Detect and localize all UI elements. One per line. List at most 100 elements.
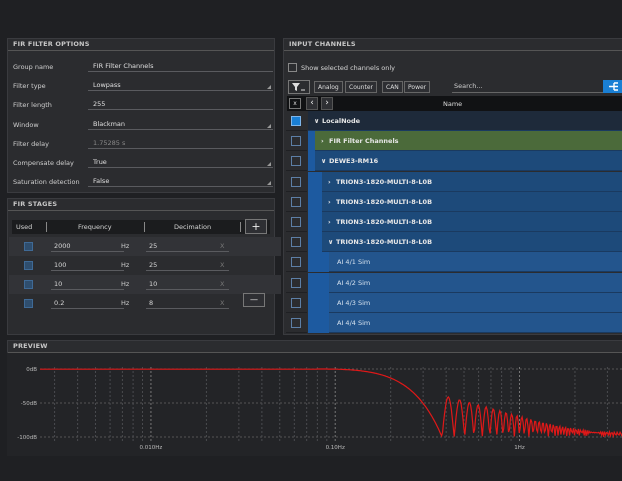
x-tick-label: 0.010Hz <box>140 445 163 451</box>
stage-frequency-unit: Hz <box>121 242 130 250</box>
field-label: Compensate delay <box>13 159 74 167</box>
stage-decimation-input[interactable]: 10 <box>146 279 229 290</box>
dropdown-arrow-icon <box>267 85 271 90</box>
channel-checkbox[interactable] <box>291 136 301 147</box>
fir-stages-header: Used Frequency Decimation <box>12 220 270 234</box>
tree-row-body <box>329 313 622 333</box>
channel-checkbox[interactable] <box>291 196 301 207</box>
channel-tree-row[interactable]: › TRION3-1820-MULTI-8-L0B <box>286 191 622 212</box>
stage-row: 100 Hz 25 X <box>8 256 276 275</box>
field-label: Filter delay <box>13 139 49 148</box>
channel-checkbox[interactable] <box>291 277 301 288</box>
field-value: False <box>93 177 110 186</box>
tree-row-body <box>329 252 622 273</box>
stage-used-checkbox[interactable] <box>24 242 33 251</box>
fir-stages-title: FIR STAGES <box>8 199 274 211</box>
column-select-icon[interactable]: x <box>289 98 301 109</box>
chevron-right-icon[interactable]: › <box>328 212 331 232</box>
filter-icon[interactable] <box>288 80 310 94</box>
filter-power-button[interactable]: Power <box>404 81 431 93</box>
stage-used-checkbox[interactable] <box>24 261 33 270</box>
field-input[interactable]: FIR Filter Channels <box>88 61 273 72</box>
tree-row-body <box>329 292 622 313</box>
tree-indent <box>308 131 315 152</box>
channel-checkbox[interactable] <box>291 297 301 308</box>
channel-tree-row[interactable]: AI 4/2 Sim <box>286 272 622 293</box>
channel-name: AI 4/3 Sim <box>337 298 371 307</box>
tree-indent <box>308 252 329 273</box>
header-divider <box>144 222 145 232</box>
stage-frequency-input[interactable]: 0.2 <box>51 298 124 309</box>
stage-used-checkbox[interactable] <box>24 280 33 289</box>
channel-checkbox[interactable] <box>291 116 301 126</box>
stage-decimation-unit: X <box>220 261 225 269</box>
chevron-down-icon[interactable]: ∨ <box>328 232 333 252</box>
search-input[interactable]: Search... <box>452 80 604 93</box>
chevron-right-icon[interactable]: › <box>321 131 324 151</box>
field-value: 255 <box>93 100 106 109</box>
channel-checkbox[interactable] <box>291 257 301 268</box>
field-value: True <box>93 158 107 166</box>
field-dropdown[interactable]: Blackman <box>88 119 273 130</box>
decimation-column-header: Decimation <box>174 223 212 231</box>
channel-tree-row[interactable]: AI 4/1 Sim <box>286 252 622 273</box>
channel-checkbox[interactable] <box>291 176 301 187</box>
channel-tree-row[interactable]: AI 4/3 Sim <box>286 292 622 313</box>
stage-decimation-input[interactable]: 25 <box>146 241 229 252</box>
channel-tree-row[interactable]: AI 4/4 Sim <box>286 313 622 333</box>
field-dropdown[interactable]: False <box>88 176 273 188</box>
tree-indent <box>308 313 329 333</box>
stage-used-checkbox[interactable] <box>24 299 33 308</box>
tree-indent <box>308 232 322 253</box>
channel-checkbox[interactable] <box>291 156 301 167</box>
stage-decimation-unit: X <box>220 242 225 250</box>
field-input[interactable]: 255 <box>88 99 273 111</box>
channel-name: TRION3-1820-MULTI-8-L0B <box>336 177 433 186</box>
stage-frequency-input[interactable]: 2000 <box>51 241 124 252</box>
filter-analog-button[interactable]: Analog <box>314 81 343 93</box>
channel-tree-row[interactable]: › FIR Filter Channels <box>286 131 622 152</box>
field-value: Blackman <box>93 119 126 128</box>
channel-checkbox[interactable] <box>291 217 301 227</box>
filter-can-button[interactable]: CAN <box>382 81 403 93</box>
field-dropdown[interactable]: Lowpass <box>88 80 273 92</box>
channel-tree-row[interactable]: › TRION3-1820-MULTI-8-L0B <box>286 171 622 192</box>
stage-frequency-input[interactable]: 100 <box>51 260 124 271</box>
stage-frequency-unit: Hz <box>121 280 130 288</box>
field-label: Saturation detection <box>13 178 80 187</box>
add-stage-button[interactable]: + <box>245 219 267 234</box>
preview-title: PREVIEW <box>8 341 622 353</box>
channel-tree-row[interactable]: ∨ TRION3-1820-MULTI-8-L0B <box>286 232 622 253</box>
channel-name: DEWE3-RM16 <box>329 157 379 166</box>
channel-tree-row[interactable]: › TRION3-1820-MULTI-8-L0B <box>286 212 622 232</box>
channel-checkbox[interactable] <box>291 237 301 248</box>
nav-back-icon[interactable]: ‹ <box>306 97 318 110</box>
tree-indent <box>308 171 322 192</box>
channel-checkbox[interactable] <box>291 318 301 328</box>
field-value: FIR Filter Channels <box>93 62 154 70</box>
remove-stage-button[interactable]: — <box>243 293 265 307</box>
fir-filter-options-title: FIR FILTER OPTIONS <box>8 39 274 51</box>
tree-indent <box>308 212 322 232</box>
frequency-response-chart: 0dB -50dB -100dB 0.010Hz 0.10Hz 1Hz <box>7 353 622 456</box>
chevron-down-icon[interactable]: ∨ <box>321 151 326 171</box>
y-tick-label: 0dB <box>26 367 37 373</box>
nav-forward-icon[interactable]: › <box>321 97 333 110</box>
filter-counter-button[interactable]: Counter <box>345 81 377 93</box>
show-selected-checkbox[interactable] <box>288 63 297 72</box>
dropdown-arrow-icon <box>267 181 271 186</box>
channel-tree-row[interactable]: ∨ DEWE3-RM16 <box>286 151 622 172</box>
chevron-right-icon[interactable]: › <box>328 172 331 192</box>
stage-decimation-input[interactable]: 8 <box>146 298 229 309</box>
channel-name: FIR Filter Channels <box>329 137 399 146</box>
chevron-right-icon[interactable]: › <box>328 192 331 212</box>
channel-tree-row[interactable]: ∨ LocalNode <box>286 111 622 131</box>
stage-frequency-input[interactable]: 10 <box>51 279 124 290</box>
tree-indent <box>308 191 322 212</box>
chevron-down-icon[interactable]: ∨ <box>314 111 319 131</box>
channel-name: TRION3-1820-MULTI-8-L0B <box>336 238 433 247</box>
input-channels-title: INPUT CHANNELS <box>284 39 622 51</box>
stage-decimation-input[interactable]: 25 <box>146 260 229 271</box>
channel-tree-icon[interactable] <box>603 80 622 93</box>
field-dropdown[interactable]: True <box>88 157 273 168</box>
